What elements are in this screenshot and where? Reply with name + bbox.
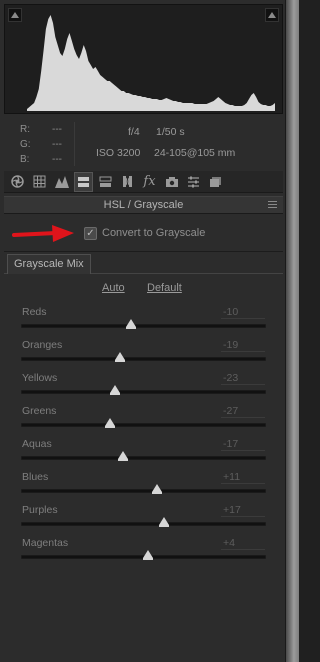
basic-tab-icon[interactable] <box>8 172 27 192</box>
rgb-readout: R: --- G: --- B: --- <box>20 122 62 167</box>
slider-value-field[interactable]: -19 <box>221 339 265 352</box>
camera-raw-panel: R: --- G: --- B: --- f/4 1/50 s ISO 3200 24… <box>0 0 286 662</box>
subtab-bar: Grayscale Mix <box>4 254 283 274</box>
g-label: G: <box>20 139 31 150</box>
image-info: R: --- G: --- B: --- f/4 1/50 s ISO 3200 24… <box>4 116 283 168</box>
slider-aquas: Aquas -17 <box>4 438 283 471</box>
g-value: --- <box>52 139 62 150</box>
panel-tabs: fx <box>4 171 283 193</box>
camera-calibration-tab-icon[interactable] <box>162 172 181 192</box>
auto-link[interactable]: Auto <box>102 282 125 294</box>
slider-track[interactable] <box>21 489 266 493</box>
slider-thumb[interactable] <box>159 517 170 527</box>
slider-thumb[interactable] <box>151 484 162 494</box>
b-value: --- <box>52 154 62 165</box>
presets-tab-icon[interactable] <box>184 172 203 192</box>
aperture: f/4 <box>128 126 140 138</box>
slider-label: Blues <box>22 471 49 483</box>
hsl-grayscale-tab-icon[interactable] <box>74 171 93 192</box>
slider-value-field[interactable]: +11 <box>221 471 265 484</box>
slider-value-field[interactable]: +4 <box>221 537 265 550</box>
tab-grayscale-mix[interactable]: Grayscale Mix <box>7 254 91 274</box>
slider-thumb[interactable] <box>126 319 137 329</box>
slider-thumb[interactable] <box>143 550 154 560</box>
slider-yellows: Yellows -23 <box>4 372 283 405</box>
shadow-clipping-warning-icon[interactable] <box>8 8 22 22</box>
slider-label: Oranges <box>22 339 63 351</box>
red-arrow-annotation <box>12 225 74 242</box>
slider-track[interactable] <box>21 324 266 328</box>
slider-value-field[interactable]: -10 <box>221 306 265 319</box>
slider-thumb[interactable] <box>115 352 126 362</box>
slider-thumb[interactable] <box>105 418 116 428</box>
slider-reds: Reds -10 <box>4 306 283 339</box>
highlight-clipping-warning-icon[interactable] <box>265 8 279 22</box>
auto-default-links: Auto Default <box>4 282 283 296</box>
r-label: R: <box>20 124 30 135</box>
slider-value-field[interactable]: -23 <box>221 372 265 385</box>
histogram-graph <box>27 15 275 111</box>
slider-label: Purples <box>22 504 58 516</box>
tone-curve-tab-icon[interactable] <box>30 172 49 192</box>
slider-value-field[interactable]: -27 <box>221 405 265 418</box>
slider-track[interactable] <box>21 357 266 361</box>
slider-label: Reds <box>22 306 47 318</box>
detail-tab-icon[interactable] <box>52 172 71 192</box>
iso: ISO 3200 <box>96 147 141 159</box>
panel-title: HSL / Grayscale <box>103 199 184 211</box>
slider-label: Aquas <box>22 438 52 450</box>
slider-blues: Blues +11 <box>4 471 283 504</box>
slider-label: Magentas <box>22 537 69 549</box>
slider-value-field[interactable]: -17 <box>221 438 265 451</box>
slider-oranges: Oranges -19 <box>4 339 283 372</box>
slider-thumb[interactable] <box>117 451 128 461</box>
slider-label: Greens <box>22 405 57 417</box>
slider-track[interactable] <box>21 456 266 460</box>
slider-value-field[interactable]: +17 <box>221 504 265 517</box>
r-value: --- <box>52 124 62 135</box>
lens-corrections-tab-icon[interactable] <box>118 172 137 192</box>
grayscale-mix-sliders: Reds -10 Oranges -19 Yellows -23 Greens … <box>4 306 283 570</box>
slider-purples: Purples +17 <box>4 504 283 537</box>
b-label: B: <box>20 154 30 165</box>
slider-track[interactable] <box>21 522 266 526</box>
default-link[interactable]: Default <box>147 282 182 294</box>
lens: 24-105@105 mm <box>154 147 236 159</box>
effects-tab-icon[interactable]: fx <box>140 172 159 192</box>
split-toning-tab-icon[interactable] <box>96 172 115 192</box>
slider-thumb[interactable] <box>110 385 121 395</box>
slider-track[interactable] <box>21 390 266 394</box>
panel-header: HSL / Grayscale <box>4 196 283 214</box>
slider-magentas: Magentas +4 <box>4 537 283 570</box>
slider-greens: Greens -27 <box>4 405 283 438</box>
convert-to-grayscale-label[interactable]: Convert to Grayscale <box>102 227 205 239</box>
convert-row: ✓ Convert to Grayscale <box>4 216 283 252</box>
convert-to-grayscale-checkbox[interactable]: ✓ <box>84 227 97 240</box>
slider-label: Yellows <box>22 372 58 384</box>
shutter-speed: 1/50 s <box>156 126 185 138</box>
snapshots-tab-icon[interactable] <box>206 172 225 192</box>
info-divider <box>74 122 75 166</box>
panel-menu-icon[interactable] <box>268 201 277 209</box>
histogram <box>4 4 283 114</box>
slider-track[interactable] <box>21 423 266 427</box>
background-image-edge <box>286 0 299 662</box>
